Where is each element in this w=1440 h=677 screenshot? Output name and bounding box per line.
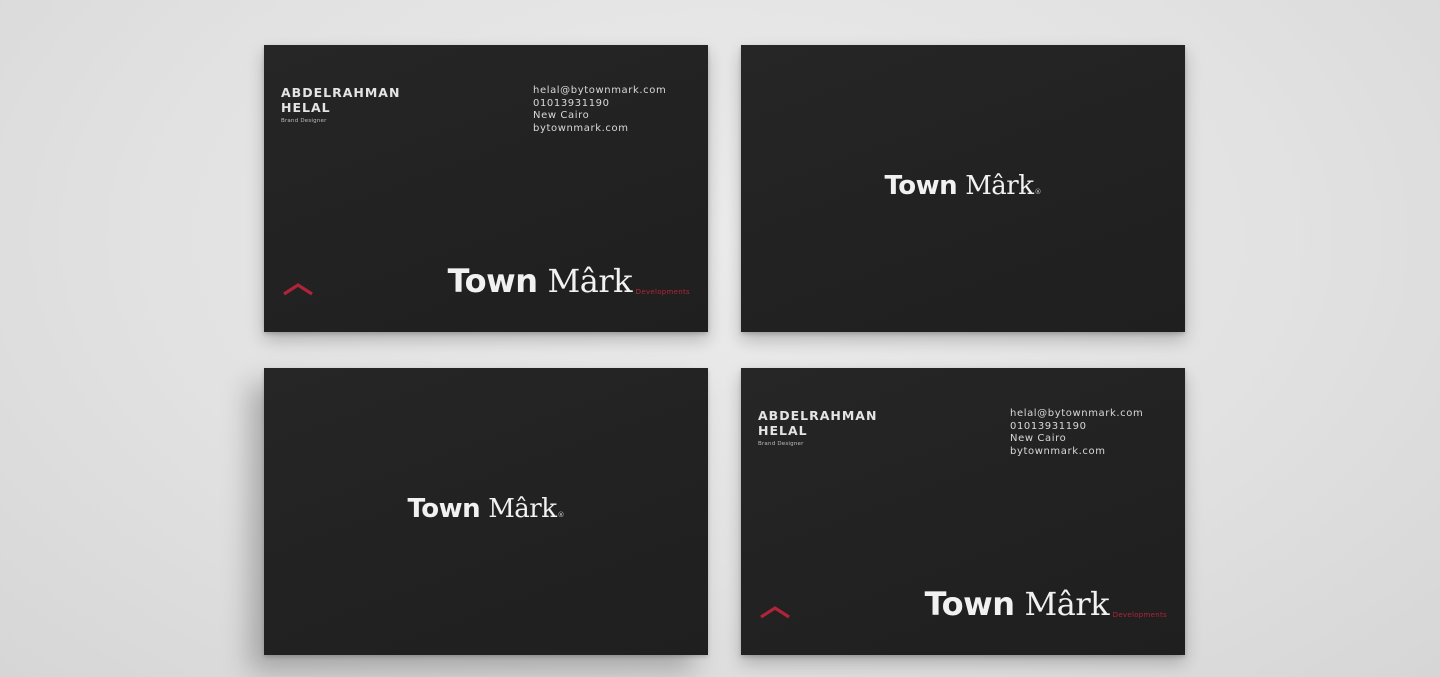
logo-word-town: Town	[447, 262, 538, 300]
business-card-front-bottom-right: ABDELRAHMAN HELAL Brand Designer helal@b…	[741, 368, 1185, 655]
business-card-front-top-left: ABDELRAHMAN HELAL Brand Designer helal@b…	[264, 45, 708, 332]
contact-details: helal@bytownmark.com 01013931190 New Cai…	[533, 85, 666, 135]
contact-website: bytownmark.com	[533, 122, 629, 134]
registered-mark: ®	[557, 511, 565, 519]
contact-city: New Cairo	[1010, 433, 1067, 444]
contact-details: helal@bytownmark.com 01013931190 New Cai…	[1010, 408, 1143, 458]
logo-word-town: Town	[924, 585, 1015, 623]
brand-logo-centered: Town Mârk®	[264, 494, 708, 530]
chevron-up-icon	[760, 606, 790, 619]
logo-tagline: Developments	[635, 288, 690, 296]
brand-logo: Town Mârk	[447, 262, 633, 300]
contact-city: New Cairo	[533, 110, 590, 121]
cardholder-role: Brand Designer	[758, 441, 804, 447]
logo-word-mark: Mârk	[547, 262, 632, 300]
contact-email: helal@bytownmark.com	[533, 85, 667, 96]
logo-word-town: Town	[884, 171, 958, 201]
name-line-1: ABDELRAHMAN	[758, 408, 878, 423]
contact-email: helal@bytownmark.com	[1010, 408, 1144, 419]
logo-word-mark: Mârk	[1024, 585, 1109, 623]
name-line-1: ABDELRAHMAN	[281, 85, 401, 100]
business-card-back-bottom-left: Town Mârk®	[264, 368, 708, 655]
brand-logo: Town Mârk	[924, 585, 1110, 623]
cardholder-name: ABDELRAHMAN HELAL	[281, 85, 400, 115]
logo-word-town: Town	[407, 494, 481, 524]
logo-word-mark: Mârk	[488, 494, 557, 524]
contact-website: bytownmark.com	[1010, 445, 1106, 457]
cardholder-name: ABDELRAHMAN HELAL	[758, 408, 877, 438]
contact-phone: 01013931190	[533, 97, 610, 109]
name-line-2: HELAL	[281, 100, 331, 115]
chevron-up-icon	[283, 283, 313, 296]
brand-logo-centered: Town Mârk®	[741, 171, 1185, 207]
cardholder-role: Brand Designer	[281, 118, 327, 124]
logo-tagline: Developments	[1112, 611, 1167, 619]
name-line-2: HELAL	[758, 423, 808, 438]
registered-mark: ®	[1034, 188, 1042, 196]
business-card-back-top-right: Town Mârk®	[741, 45, 1185, 332]
logo-word-mark: Mârk	[965, 171, 1034, 201]
contact-phone: 01013931190	[1010, 420, 1087, 432]
